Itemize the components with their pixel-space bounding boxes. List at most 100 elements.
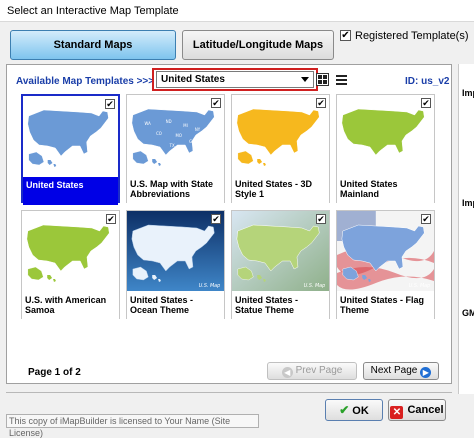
template-title-line1: United States - bbox=[130, 295, 194, 305]
template-card[interactable]: United States ✔ bbox=[21, 94, 120, 205]
template-thumbnail bbox=[23, 96, 118, 176]
template-title-line1: United States - Flag bbox=[340, 295, 425, 305]
svg-text:NY: NY bbox=[195, 127, 201, 132]
title-bar: Select an Interactive Map Template bbox=[0, 0, 474, 22]
template-thumbnail: U.S. Map bbox=[337, 211, 434, 291]
template-card[interactable]: U.S. with American Samoa ✔ bbox=[21, 210, 120, 320]
license-text: This copy of iMapBuilder is licensed to … bbox=[6, 414, 259, 438]
template-card[interactable]: WA ND MI CO MO NY TX GA U.S. Map with State Abbre… bbox=[126, 94, 225, 204]
template-checkbox[interactable]: ✔ bbox=[316, 214, 326, 224]
us-map-thumbnail bbox=[22, 211, 119, 291]
template-caption: United States - Ocean Theme bbox=[127, 292, 224, 320]
template-caption: United States bbox=[23, 177, 118, 205]
template-checkbox[interactable]: ✔ bbox=[421, 214, 431, 224]
template-card[interactable]: U.S. Map United States - Ocean Theme ✔ bbox=[126, 210, 225, 320]
us-map-thumbnail: U.S. Map bbox=[232, 211, 329, 291]
watermark-text: U.S. Map bbox=[304, 283, 325, 289]
template-checkbox[interactable]: ✔ bbox=[421, 98, 431, 108]
watermark-text: U.S. Map bbox=[199, 283, 220, 289]
template-title-line2: Samoa bbox=[25, 305, 55, 315]
arrow-left-icon: ◀ bbox=[281, 367, 293, 378]
template-panel: Available Map Templates >>> United State… bbox=[6, 64, 452, 384]
template-caption: United States - Flag Theme bbox=[337, 292, 434, 320]
prev-page-button[interactable]: ◀ Prev Page bbox=[267, 362, 357, 380]
tab-lat-long-maps[interactable]: Latitude/Longitude Maps bbox=[182, 30, 334, 60]
svg-text:GA: GA bbox=[189, 139, 195, 144]
svg-text:TX: TX bbox=[169, 143, 175, 148]
template-title-line1: U.S. Map with State bbox=[130, 179, 214, 189]
tab-standard-maps[interactable]: Standard Maps bbox=[10, 30, 176, 60]
registered-checkbox[interactable]: ✔ bbox=[340, 30, 351, 41]
arrow-right-icon: ▶ bbox=[420, 367, 432, 378]
ok-button[interactable]: ✔ OK bbox=[325, 399, 383, 421]
side-label-1: Imp bbox=[462, 88, 474, 98]
template-title-line1: United States bbox=[340, 179, 398, 189]
template-checkbox[interactable]: ✔ bbox=[106, 214, 116, 224]
watermark-text: U.S. Map bbox=[409, 283, 430, 289]
close-icon: ✕ bbox=[390, 406, 404, 419]
window-title: Select an Interactive Map Template bbox=[7, 5, 179, 17]
template-grid: United States ✔ WA ND MI CO MO NY TX GA U.S. Map w… bbox=[21, 94, 447, 354]
template-checkbox[interactable]: ✔ bbox=[105, 99, 115, 109]
template-thumbnail bbox=[22, 211, 119, 291]
us-map-thumbnail: U.S. Map bbox=[127, 211, 224, 291]
us-map-thumbnail: U.S. Map bbox=[337, 211, 434, 291]
checkmark-icon: ✔ bbox=[339, 403, 350, 417]
side-label-2: Imp bbox=[462, 198, 474, 208]
template-title-line2: Statue Theme bbox=[235, 305, 295, 315]
dropdown-value: United States bbox=[161, 74, 225, 85]
svg-text:MO: MO bbox=[176, 133, 182, 138]
us-map-thumbnail bbox=[23, 96, 118, 176]
us-map-thumbnail bbox=[337, 95, 434, 175]
next-page-label: Next Page bbox=[370, 365, 418, 376]
cancel-label: Cancel bbox=[407, 404, 444, 416]
template-caption: United States Mainland bbox=[337, 176, 434, 204]
footer-divider bbox=[6, 392, 452, 393]
dialog-body: Standard Maps Latitude/Longitude Maps ✔ … bbox=[0, 22, 474, 438]
grid-view-icon[interactable] bbox=[316, 73, 329, 86]
template-title-line2: Theme bbox=[340, 305, 370, 315]
template-checkbox[interactable]: ✔ bbox=[211, 214, 221, 224]
list-view-icon[interactable] bbox=[335, 73, 348, 86]
template-card[interactable]: U.S. Map United States - Statue Theme ✔ bbox=[231, 210, 330, 320]
template-caption: United States - 3D Style 1 bbox=[232, 176, 329, 204]
cancel-button[interactable]: ✕ Cancel bbox=[388, 399, 446, 421]
category-dropdown[interactable]: United States bbox=[156, 71, 314, 88]
template-card[interactable]: United States - 3D Style 1 ✔ bbox=[231, 94, 330, 204]
svg-text:WA: WA bbox=[144, 121, 151, 126]
template-card[interactable]: U.S. Map United States - Flag Theme ✔ bbox=[336, 210, 435, 320]
template-checkbox[interactable]: ✔ bbox=[316, 98, 326, 108]
template-thumbnail: U.S. Map bbox=[127, 211, 224, 291]
prev-page-label: Prev Page bbox=[295, 365, 343, 376]
template-id: ID: us_v2 bbox=[405, 76, 450, 87]
template-title-line1: United States bbox=[26, 180, 84, 190]
us-map-thumbnail bbox=[232, 95, 329, 175]
template-thumbnail bbox=[337, 95, 434, 175]
template-thumbnail: WA ND MI CO MO NY TX GA bbox=[127, 95, 224, 175]
template-thumbnail bbox=[232, 95, 329, 175]
template-title-line2: Abbreviations bbox=[130, 189, 191, 199]
svg-text:ND: ND bbox=[166, 119, 172, 124]
template-title-line2: Ocean Theme bbox=[130, 305, 190, 315]
next-page-button[interactable]: Next Page ▶ bbox=[363, 362, 439, 380]
template-checkbox[interactable]: ✔ bbox=[211, 98, 221, 108]
side-label-3: GM bbox=[462, 308, 474, 318]
template-caption: United States - Statue Theme bbox=[232, 292, 329, 320]
template-title-line1: United States - bbox=[235, 295, 299, 305]
template-card[interactable]: United States Mainland ✔ bbox=[336, 94, 435, 204]
right-side-panel: Imp Imp GM bbox=[458, 64, 474, 394]
registered-label: Registered Template(s) bbox=[355, 30, 469, 42]
template-title-line2: Mainland bbox=[340, 189, 380, 199]
template-title-line2: Style 1 bbox=[235, 189, 265, 199]
chevron-down-icon bbox=[301, 77, 309, 82]
page-indicator: Page 1 of 2 bbox=[28, 367, 81, 378]
us-map-thumbnail: WA ND MI CO MO NY TX GA bbox=[127, 95, 224, 175]
ok-label: OK bbox=[352, 405, 369, 417]
svg-text:MI: MI bbox=[183, 123, 187, 128]
template-thumbnail: U.S. Map bbox=[232, 211, 329, 291]
svg-text:CO: CO bbox=[156, 131, 162, 136]
template-caption: U.S. Map with State Abbreviations bbox=[127, 176, 224, 204]
template-title-line1: United States - 3D bbox=[235, 179, 313, 189]
template-caption: U.S. with American Samoa bbox=[22, 292, 119, 320]
available-templates-label: Available Map Templates >>> bbox=[16, 76, 155, 87]
